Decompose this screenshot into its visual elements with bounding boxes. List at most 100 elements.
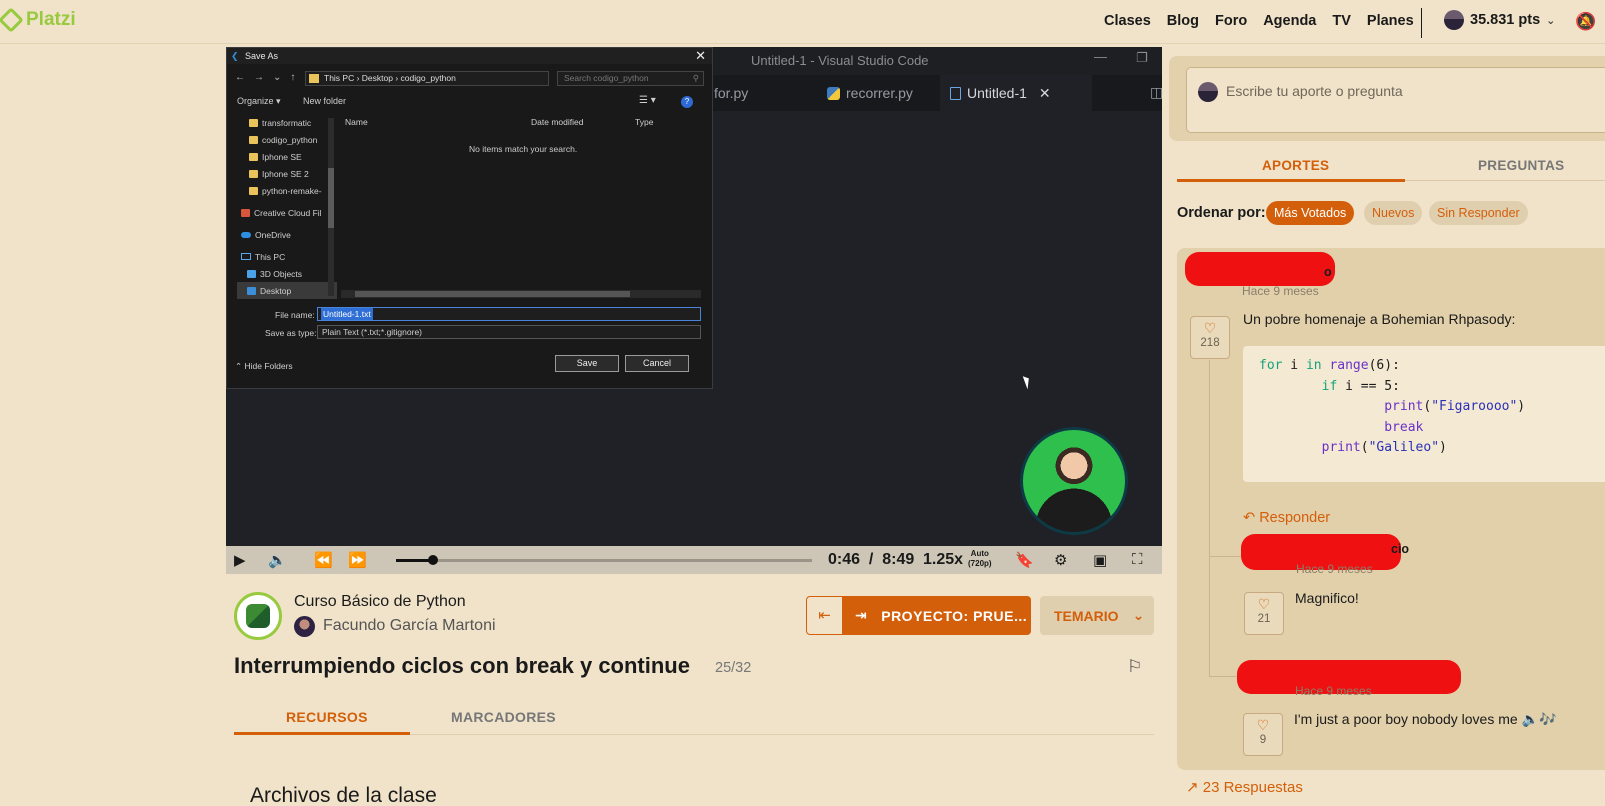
user-menu[interactable]: 35.831 pts ⌄ bbox=[1444, 10, 1555, 30]
file-columns: Name Date modified Type bbox=[339, 114, 709, 130]
top-bar: Platzi Clases Blog Foro Agenda TV Planes… bbox=[0, 0, 1605, 44]
comment-input[interactable] bbox=[1186, 67, 1605, 133]
duration: 8:49 bbox=[882, 551, 915, 568]
tree-item: Desktop bbox=[237, 282, 337, 299]
nav-agenda[interactable]: Agenda bbox=[1263, 13, 1316, 29]
like-button[interactable]: ♡ 21 bbox=[1244, 592, 1284, 635]
like-button[interactable]: ♡ 9 bbox=[1243, 713, 1283, 756]
3d-objects-icon bbox=[247, 269, 256, 278]
notifications-off-icon[interactable]: 🔕 bbox=[1575, 12, 1596, 32]
comment-time: Hace 9 meses bbox=[1242, 284, 1319, 298]
view-icon: ☰ ▾ bbox=[639, 95, 656, 106]
video-controls: ▶ 🔈 ⏪ ⏩ 0:46 / 8:49 1.25x Auto (720p) 🔖 … bbox=[226, 546, 1162, 574]
tree-label: transformatic bbox=[262, 117, 312, 128]
quality-top: Auto bbox=[970, 549, 989, 558]
dialog-address-bar: This PC › Desktop › codigo_python bbox=[305, 71, 549, 86]
desktop-icon bbox=[247, 286, 256, 295]
teacher-name[interactable]: Facundo García Martoni bbox=[323, 617, 496, 635]
dialog-save-button: Save bbox=[555, 355, 619, 372]
course-name[interactable]: Curso Básico de Python bbox=[294, 593, 466, 611]
folder-icon bbox=[309, 74, 319, 83]
course-logo[interactable] bbox=[234, 592, 282, 640]
syllabus-button[interactable]: TEMARIO ⌄ bbox=[1040, 596, 1154, 635]
syllabus-label: TEMARIO bbox=[1054, 607, 1119, 624]
nav-blog[interactable]: Blog bbox=[1167, 13, 1199, 29]
active-tab-indicator bbox=[234, 732, 410, 735]
bookmark-icon[interactable]: 🔖 bbox=[1015, 551, 1034, 569]
hide-folders-label: Hide Folders bbox=[244, 361, 293, 371]
picture-in-picture-icon[interactable]: ▣ bbox=[1093, 551, 1107, 569]
sort-newest[interactable]: Nuevos bbox=[1364, 201, 1423, 225]
organize-menu: Organize ▾ bbox=[237, 96, 281, 106]
platzi-logo[interactable]: Platzi bbox=[0, 7, 76, 33]
next-class-button[interactable]: ⇥ PROYECTO: PRUE... bbox=[843, 596, 1031, 635]
tree-label: codigo_python bbox=[262, 134, 318, 145]
tree-item: Creative Cloud Fil bbox=[237, 204, 337, 221]
file-name-value: Untitled-1.txt bbox=[321, 308, 373, 320]
like-count: 21 bbox=[1257, 613, 1271, 625]
video-player[interactable]: Untitled-1 - Visual Studio Code — ❐ for.… bbox=[226, 47, 1162, 574]
play-icon[interactable]: ▶ bbox=[234, 551, 246, 569]
nav-planes[interactable]: Planes bbox=[1367, 13, 1414, 29]
close-icon: ✕ bbox=[695, 48, 706, 63]
tree-label: Iphone SE 2 bbox=[262, 168, 309, 179]
tab-preguntas[interactable]: PREGUNTAS bbox=[1478, 158, 1564, 173]
mouse-pointer-icon bbox=[1022, 374, 1033, 390]
sort-label: Ordenar por: bbox=[1177, 205, 1266, 221]
empty-message: No items match your search. bbox=[469, 144, 578, 154]
chevron-down-icon: ⌄ bbox=[1132, 607, 1145, 623]
dialog-title-text: Save As bbox=[245, 51, 279, 61]
tab-marcadores[interactable]: MARCADORES bbox=[451, 709, 556, 725]
heart-icon: ♡ bbox=[1256, 717, 1270, 733]
dialog-cancel-button: Cancel bbox=[625, 355, 689, 372]
nav-tv[interactable]: TV bbox=[1332, 13, 1351, 29]
current-time: 0:46 bbox=[828, 551, 861, 568]
tree-item: transformatic bbox=[237, 114, 337, 131]
comment-placeholder: Escribe tu aporte o pregunta bbox=[1226, 83, 1403, 99]
gear-icon[interactable]: ⚙ bbox=[1054, 551, 1067, 569]
file-name-field: Untitled-1.txt bbox=[317, 307, 701, 321]
previous-arrow-icon: ⇤ bbox=[818, 607, 831, 624]
folder-icon bbox=[249, 169, 258, 178]
sort-most-voted[interactable]: Más Votados bbox=[1266, 201, 1355, 225]
flag-icon[interactable]: ⚐ bbox=[1127, 657, 1142, 677]
tab-label: for.py bbox=[714, 85, 749, 101]
folder-icon bbox=[249, 152, 258, 161]
col-type: Type bbox=[635, 117, 654, 127]
heart-icon: ♡ bbox=[1203, 320, 1217, 336]
speed-button[interactable]: 1.25x bbox=[923, 551, 963, 569]
tree-label: Desktop bbox=[260, 285, 292, 296]
volume-icon[interactable]: 🔈 bbox=[268, 551, 287, 569]
quality-button[interactable]: Auto (720p) bbox=[968, 549, 992, 569]
code-block: for i in range(6): if i == 5: print("Fig… bbox=[1243, 346, 1605, 482]
forward-icon[interactable]: ⏩ bbox=[348, 551, 367, 569]
python-file-icon bbox=[827, 86, 840, 100]
like-button[interactable]: ♡ 218 bbox=[1190, 316, 1230, 359]
previous-class-button[interactable]: ⇤ bbox=[806, 596, 843, 635]
reply-text: I'm just a poor boy nobody loves me 🔈🎶 bbox=[1294, 711, 1557, 727]
user-avatar bbox=[1444, 10, 1464, 30]
replies-link[interactable]: ↗ 23 Respuestas bbox=[1186, 778, 1303, 796]
tab-aportes[interactable]: APORTES bbox=[1262, 158, 1329, 173]
reply-button[interactable]: ↶ Responder bbox=[1243, 510, 1330, 526]
teacher-avatar bbox=[294, 616, 315, 637]
hide-folders: ⌃ Hide Folders bbox=[235, 361, 293, 371]
sort-unanswered[interactable]: Sin Responder bbox=[1429, 201, 1528, 225]
folder-icon bbox=[249, 135, 258, 144]
nav-divider bbox=[1421, 8, 1422, 38]
nav-clases[interactable]: Clases bbox=[1104, 13, 1151, 29]
next-class-label: PROYECTO: PRUE... bbox=[881, 607, 1028, 624]
tree-item: Iphone SE 2 bbox=[237, 165, 337, 182]
nav-foro[interactable]: Foro bbox=[1215, 13, 1247, 29]
minimize-icon: — bbox=[1094, 49, 1107, 64]
tab-label: recorrer.py bbox=[846, 85, 913, 101]
tab-recursos[interactable]: RECURSOS bbox=[286, 709, 368, 725]
progress-bar[interactable] bbox=[396, 555, 812, 565]
reply-author: cio bbox=[1391, 542, 1410, 556]
vscode-icon: ❮ bbox=[231, 51, 239, 61]
rewind-icon[interactable]: ⏪ bbox=[314, 551, 333, 569]
files-heading: Archivos de la clase bbox=[250, 784, 437, 806]
fullscreen-icon[interactable]: ⛶ bbox=[1132, 551, 1143, 568]
progress-handle[interactable] bbox=[427, 555, 438, 565]
time-separator: / bbox=[868, 551, 874, 568]
